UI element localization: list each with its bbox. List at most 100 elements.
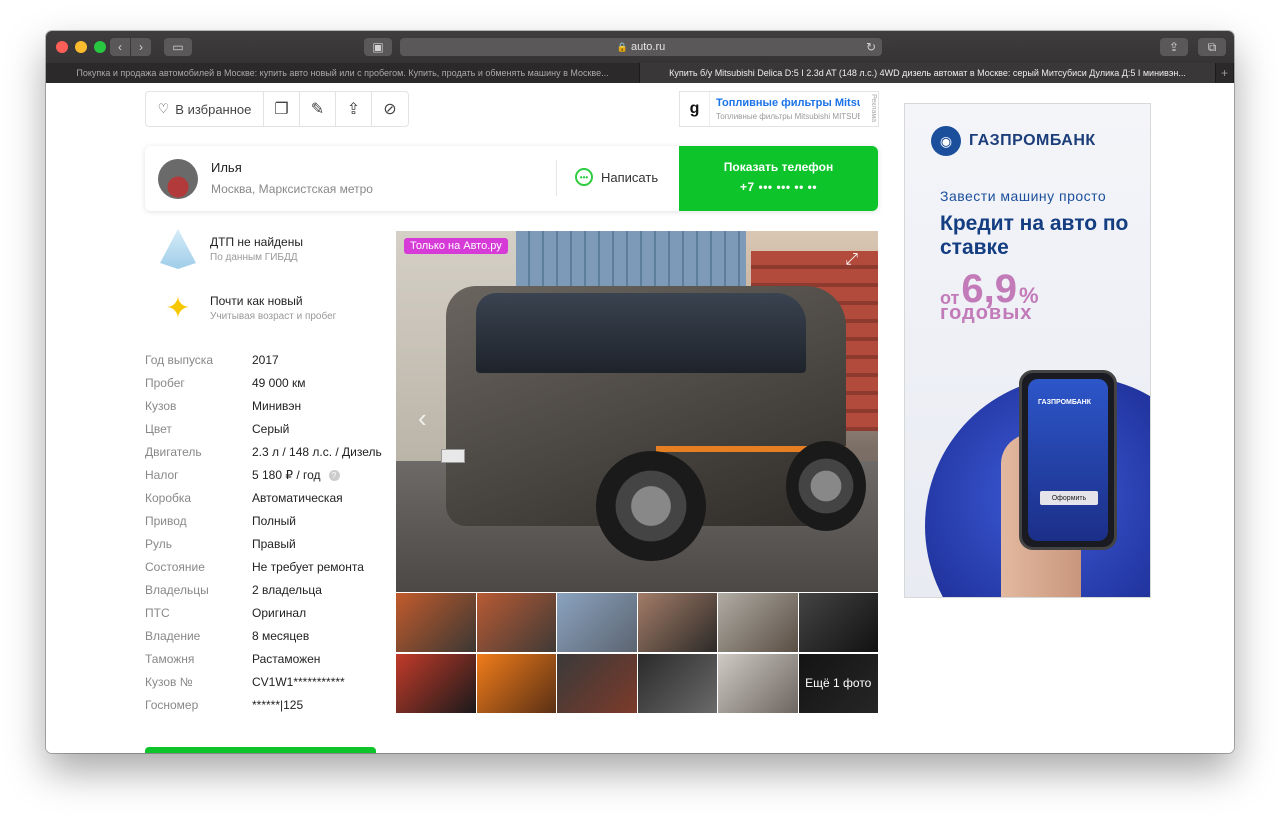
compare-button[interactable]: ❐ <box>264 92 300 126</box>
badge-title: ДТП не найдены <box>210 235 303 249</box>
more-photos-label: Ещё 1 фото <box>798 653 878 713</box>
thumbnail[interactable] <box>557 593 637 652</box>
reload-icon[interactable]: ↻ <box>866 40 876 54</box>
spec-label: Кузов № <box>145 675 193 689</box>
reader-button[interactable]: ▣ <box>364 38 392 56</box>
spec-label: Привод <box>145 514 187 528</box>
share-icon: ⇪ <box>346 101 361 118</box>
thumbnail[interactable] <box>476 653 556 713</box>
spec-label: Руль <box>145 537 172 551</box>
address-bar[interactable]: 🔒 auto.ru ↻ <box>400 38 882 56</box>
thumbnail[interactable] <box>396 653 476 713</box>
spec-row: Цвет Серый <box>145 418 385 441</box>
back-button[interactable]: ‹ <box>110 38 130 56</box>
url-text: auto.ru <box>630 41 666 53</box>
thumbnail[interactable] <box>798 593 878 652</box>
tab-delica-listing[interactable]: Купить б/у Mitsubishi Delica D:5 I 2.3d … <box>640 63 1216 83</box>
photo-wheel <box>786 441 866 531</box>
thumbnail[interactable] <box>718 653 798 713</box>
spec-row: ПТС Оригинал <box>145 602 385 625</box>
shield-icon <box>156 227 200 271</box>
spec-value: 2017 <box>252 353 279 367</box>
lock-icon: 🔒 <box>616 41 628 52</box>
spec-row: Госномер ******|125 <box>145 694 385 717</box>
info-icon[interactable]: ? <box>328 470 340 482</box>
tab-bar: Покупка и продажа автомобилей в Москве: … <box>46 63 1234 83</box>
spec-value: Минивэн <box>252 399 302 413</box>
chevron-left-icon[interactable]: ‹ <box>418 403 427 434</box>
bank-ad-phone-screen: ГАЗПРОМБАНК Оформить <box>1028 379 1108 541</box>
reader-icon: ▣ <box>372 40 384 54</box>
spec-row: Коробка Автоматическая <box>145 487 385 510</box>
thumbnail[interactable] <box>637 593 717 652</box>
expand-icon[interactable]: ⤢ <box>845 251 858 269</box>
bank-ad-phone: ГАЗПРОМБАНК Оформить <box>1019 370 1117 550</box>
show-phone-button[interactable]: Показать телефон +7 ••• ••• •• •• <box>679 146 878 211</box>
spec-label: Налог <box>145 468 179 482</box>
badge-subtitle: Учитывая возраст и пробег <box>210 311 337 322</box>
spec-row: Год выпуска 2017 <box>145 349 385 372</box>
write-label: Написать <box>601 169 659 185</box>
spec-label: Кузов <box>145 399 177 413</box>
thumbnail[interactable] <box>396 593 476 652</box>
spec-row: Привод Полный <box>145 510 385 533</box>
page-content: ♡ В избранное ❐ ✎ ⇪ ⊘ g Топливные фильтр… <box>46 83 1234 753</box>
close-window-button[interactable] <box>56 41 68 53</box>
tabs-icon: ⧉ <box>1207 39 1217 54</box>
spec-label: Год выпуска <box>145 353 213 367</box>
copy-icon: ❐ <box>274 101 289 118</box>
write-message-button[interactable]: ••• Написать <box>575 168 658 186</box>
badge-almost-new: ✦ Почти как новый Учитывая возраст и про… <box>156 286 336 330</box>
spec-row: Руль Правый <box>145 533 385 556</box>
spec-label: Пробег <box>145 376 185 390</box>
spec-row: Состояние Не требует ремонта <box>145 556 385 579</box>
bank-headline: Кредит на авто по ставке <box>940 212 1129 259</box>
exclusive-badge: Только на Авто.ру <box>404 238 508 254</box>
spec-label: Таможня <box>145 652 195 666</box>
sparkles-icon: ✦ <box>165 291 191 325</box>
hide-listing-button[interactable]: ⊘ <box>372 92 408 126</box>
spec-value: Растаможен <box>252 652 321 666</box>
share-button[interactable]: ⇪ <box>1160 38 1188 56</box>
photo-car-window <box>476 293 806 373</box>
thumbnail[interactable] <box>718 593 798 652</box>
thumbnail[interactable] <box>637 653 717 713</box>
thumbnail[interactable] <box>476 593 556 652</box>
seller-card: Илья Москва, Марксистская метро ••• Напи… <box>145 146 878 211</box>
minimize-window-button[interactable] <box>75 41 87 53</box>
bank-ad-banner[interactable]: ◉ ГАЗПРОМБАНК Завести машину просто Кред… <box>904 103 1151 598</box>
spec-label: Коробка <box>145 491 192 505</box>
chat-icon: ••• <box>575 168 593 186</box>
sidebar-button[interactable]: ▭ <box>164 38 192 56</box>
favorite-button[interactable]: ♡ В избранное <box>146 92 264 126</box>
phone-screen-button: Оформить <box>1040 491 1098 505</box>
block-icon: ⊘ <box>383 101 397 118</box>
share-listing-button[interactable]: ⇪ <box>336 92 372 126</box>
forward-button[interactable]: › <box>131 38 151 56</box>
zoom-window-button[interactable] <box>94 41 106 53</box>
spec-value: Не требует ремонта <box>252 560 364 574</box>
thumbnail[interactable] <box>557 653 637 713</box>
spec-value: 49 000 км <box>252 376 306 390</box>
heart-icon: ♡ <box>157 101 170 116</box>
new-tab-button[interactable]: + <box>1216 63 1234 83</box>
spec-row: Пробег 49 000 км <box>145 372 385 395</box>
thumbnail-more[interactable]: Ещё 1 фото <box>798 653 878 713</box>
fuel-filter-ad[interactable]: g Топливные фильтры Mitsub Топливные фил… <box>679 91 879 127</box>
spec-value: Автоматическая <box>252 491 343 505</box>
spec-label: Владельцы <box>145 583 209 597</box>
spec-row: Таможня Растаможен <box>145 648 385 671</box>
note-button[interactable]: ✎ <box>300 92 336 126</box>
main-photo[interactable]: Только на Авто.ру ⤢ ‹ <box>396 231 878 592</box>
spec-label: Двигатель <box>145 445 202 459</box>
chevron-left-icon: ‹ <box>118 40 122 54</box>
tab-overview-button[interactable]: ⧉ <box>1198 38 1226 56</box>
spec-value: CV1W1*********** <box>252 675 345 689</box>
bank-logo: ◉ ГАЗПРОМБАНК <box>931 126 1096 156</box>
green-action-button[interactable] <box>145 747 376 753</box>
tab-autoru-home[interactable]: Покупка и продажа автомобилей в Москве: … <box>46 63 640 83</box>
spec-label: Состояние <box>145 560 205 574</box>
avatar <box>158 159 198 199</box>
specs-table: Год выпуска 2017 Пробег 49 000 км Кузов Мин… <box>145 349 385 717</box>
spec-value: 5 180 ₽ / год <box>252 468 321 482</box>
